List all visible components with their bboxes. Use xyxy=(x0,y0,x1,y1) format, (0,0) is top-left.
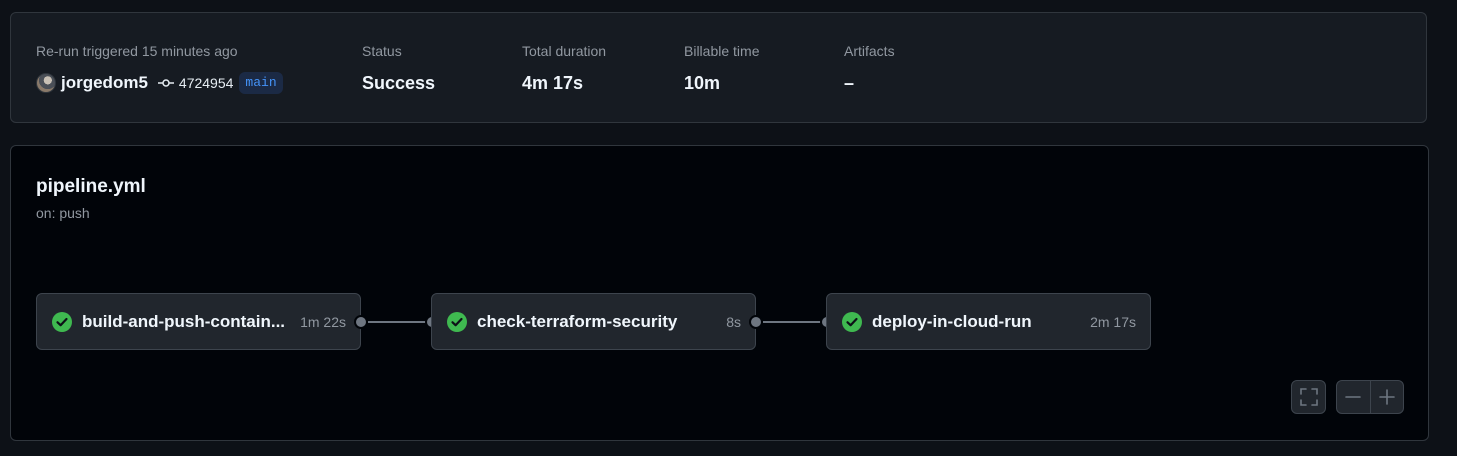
check-circle-icon xyxy=(842,311,862,332)
branch-badge[interactable]: main xyxy=(239,72,283,94)
workflow-graph: pipeline.yml on: push build-and-push-con… xyxy=(10,145,1429,441)
trigger-row: jorgedom5 4724954 main xyxy=(36,72,283,94)
job-connector xyxy=(368,321,426,323)
run-summary: Re-run triggered 15 minutes ago jorgedom… xyxy=(10,12,1427,123)
commit-sha-link[interactable]: 4724954 xyxy=(179,75,234,91)
fullscreen-button[interactable] xyxy=(1291,380,1326,414)
check-circle-icon xyxy=(52,311,72,332)
actor-link[interactable]: jorgedom5 xyxy=(61,73,148,93)
job-connector xyxy=(763,321,821,323)
duration-value: 4m 17s xyxy=(522,73,584,93)
workflow-trigger: on: push xyxy=(36,205,90,221)
check-circle-icon xyxy=(447,311,467,332)
job-name: build-and-push-contain... xyxy=(82,311,286,331)
duration-column: Total duration 4m 17s xyxy=(522,41,606,94)
zoom-out-button[interactable] xyxy=(1337,381,1370,413)
status-label: Status xyxy=(362,43,402,59)
job-card[interactable]: build-and-push-contain... 1m 22s xyxy=(36,293,361,350)
job-card[interactable]: check-terraform-security 8s xyxy=(431,293,756,350)
job-card[interactable]: deploy-in-cloud-run 2m 17s xyxy=(826,293,1151,350)
zoom-controls xyxy=(1336,380,1404,414)
trigger-column: Re-run triggered 15 minutes ago jorgedom… xyxy=(36,41,283,94)
job-name: deploy-in-cloud-run xyxy=(872,311,1032,331)
zoom-out-icon xyxy=(1345,389,1362,405)
job-name: check-terraform-security xyxy=(477,311,678,331)
job-duration: 2m 17s xyxy=(1090,313,1136,330)
status-value: Success xyxy=(362,73,436,93)
artifacts-label: Artifacts xyxy=(844,43,895,59)
fullscreen-icon xyxy=(1299,388,1318,406)
git-commit-icon xyxy=(157,75,174,91)
job-duration: 1m 22s xyxy=(300,313,346,330)
billable-column: Billable time 10m xyxy=(684,41,759,94)
billable-label: Billable time xyxy=(684,43,760,59)
zoom-in-button[interactable] xyxy=(1370,381,1403,413)
job-output-port xyxy=(749,315,763,329)
billable-value: 10m xyxy=(684,73,721,93)
status-column: Status Success xyxy=(362,41,435,94)
artifacts-value: – xyxy=(844,73,855,93)
zoom-in-icon xyxy=(1378,389,1395,405)
job-duration: 8s xyxy=(726,313,741,330)
job-output-port xyxy=(354,315,368,329)
workflow-file-title[interactable]: pipeline.yml xyxy=(36,176,146,198)
trigger-label: Re-run triggered 15 minutes ago xyxy=(36,43,238,59)
artifacts-column: Artifacts – xyxy=(844,41,895,94)
avatar[interactable] xyxy=(36,73,56,93)
duration-label: Total duration xyxy=(522,43,607,59)
